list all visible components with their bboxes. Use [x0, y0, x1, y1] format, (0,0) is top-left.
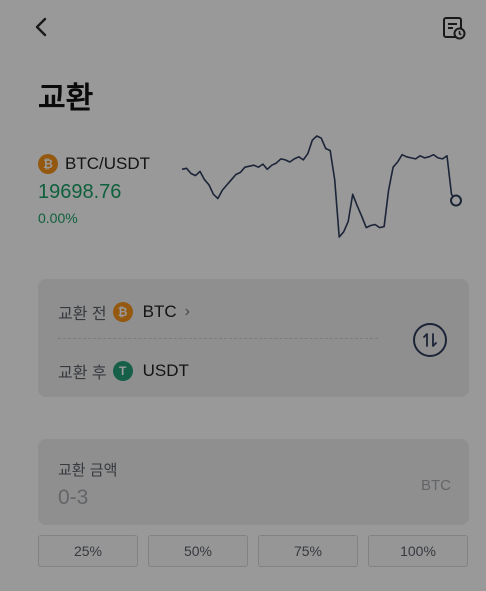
bitcoin-icon: ₿	[112, 302, 133, 322]
from-coin-selector[interactable]: 교환 전 ₿ BTC ›	[58, 300, 190, 324]
ticker-pair[interactable]: ₿ BTC/USDT	[38, 153, 150, 175]
pair-label: BTC/USDT	[65, 154, 150, 173]
to-label: 교환 후	[58, 365, 107, 382]
from-coin-name: BTC	[142, 302, 177, 321]
conversion-selector: 교환 전 ₿ BTC › 교환 후 T USDT	[38, 279, 469, 397]
ticker-price: 19698.76	[38, 181, 122, 203]
percent-50-button[interactable]: 50%	[148, 535, 248, 567]
percent-75-button[interactable]: 75%	[258, 535, 358, 567]
top-bar	[5, 3, 481, 53]
page-title: 교환	[38, 81, 94, 116]
bitcoin-icon: ₿	[38, 154, 58, 174]
sparkline-path	[181, 135, 457, 238]
from-label: 교환 전	[58, 306, 107, 323]
divider	[58, 338, 378, 339]
amount-panel: 교환 금액 BTC	[38, 439, 469, 525]
amount-input[interactable]	[58, 483, 358, 513]
to-coin-name: USDT	[142, 361, 189, 380]
order-history-button[interactable]	[441, 15, 467, 41]
sparkline-current-point	[450, 194, 462, 207]
amount-label: 교환 금액	[58, 462, 118, 479]
to-coin-selector[interactable]: 교환 후 T USDT	[58, 359, 189, 383]
percent-25-button[interactable]: 25%	[38, 535, 138, 567]
swap-button[interactable]	[413, 323, 447, 357]
order-history-icon	[443, 17, 466, 40]
exchange-screen: 교환 ₿ BTC/USDT 19698.76 0.00% 교환 전 ₿ BTC …	[5, 3, 481, 588]
amount-unit: BTC	[421, 477, 451, 494]
percent-100-button[interactable]: 100%	[368, 535, 468, 567]
chevron-left-icon	[35, 17, 47, 37]
swap-arrows-icon	[423, 333, 437, 347]
price-sparkline	[181, 135, 462, 238]
chevron-right-icon: ›	[184, 303, 190, 320]
ticker-change: 0.00%	[38, 210, 78, 226]
back-button[interactable]	[31, 15, 53, 39]
tether-icon: T	[112, 361, 133, 381]
